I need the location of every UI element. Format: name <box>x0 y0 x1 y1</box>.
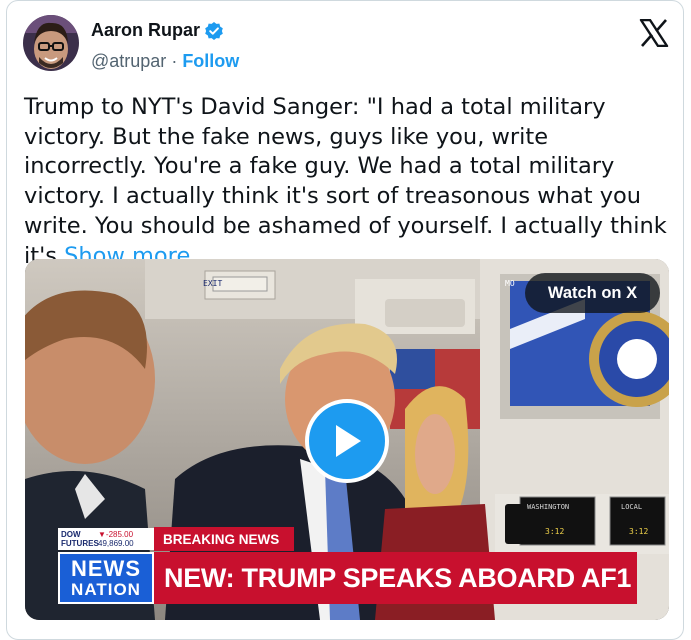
avatar[interactable] <box>23 15 79 71</box>
sign-time-right: 3:12 <box>629 527 649 536</box>
ticker-label-line2: FUTURES <box>61 539 99 548</box>
sign-time-left: 3:12 <box>545 527 565 536</box>
network-logo-line1: NEWS <box>71 556 141 581</box>
separator-dot: · <box>171 51 178 71</box>
ticker-box: DOW FUTURES ▼-285.00 49,869.00 <box>58 528 154 550</box>
watch-on-x-button[interactable]: Watch on X <box>525 273 660 313</box>
play-icon <box>336 425 361 457</box>
verified-badge-icon <box>204 21 224 41</box>
author-handle[interactable]: @atrupar <box>91 51 166 72</box>
ticker-change: ▼-285.00 <box>98 530 134 539</box>
network-logo: NEWS NATION <box>58 552 154 604</box>
tweet-text: Trump to NYT's David Sanger: "I had a to… <box>24 93 674 271</box>
handle-row: @atrupar · Follow <box>91 51 239 72</box>
ticker-label: DOW FUTURES <box>58 528 99 550</box>
author-name-row[interactable]: Aaron Rupar <box>91 20 224 41</box>
author-name[interactable]: Aaron Rupar <box>91 20 200 41</box>
exit-sign: EXIT <box>203 279 223 288</box>
follow-button[interactable]: Follow <box>182 51 239 72</box>
play-button[interactable] <box>305 399 389 483</box>
sign-local: LOCAL <box>621 503 643 511</box>
sign-washington: WASHINGTON <box>527 503 570 511</box>
x-logo-icon[interactable] <box>639 18 669 48</box>
news-headline: NEW: TRUMP SPEAKS ABOARD AF1 <box>154 552 637 604</box>
network-logo-line2: NATION <box>71 580 141 599</box>
ticker-label-line1: DOW <box>61 530 81 539</box>
breaking-news-banner: BREAKING NEWS <box>154 527 294 551</box>
ticker-value: 49,869.00 <box>98 539 134 548</box>
ticker-values: ▼-285.00 49,869.00 <box>96 528 136 550</box>
screen-label: MO <box>505 279 515 288</box>
